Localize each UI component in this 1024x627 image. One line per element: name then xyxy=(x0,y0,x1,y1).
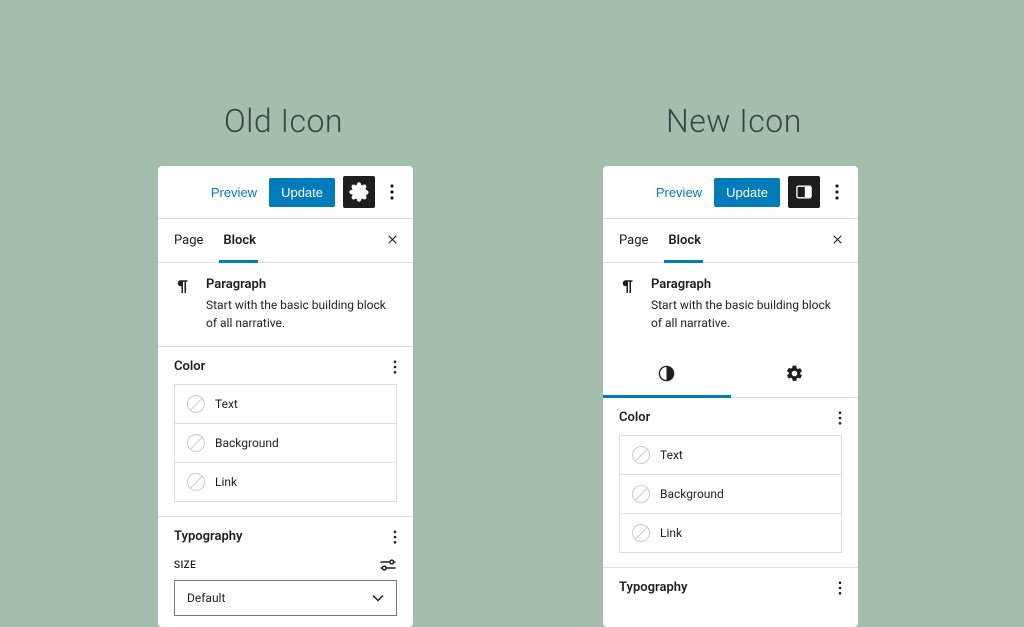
color-item-label: Background xyxy=(215,436,279,450)
heading-old-icon: Old Icon xyxy=(224,102,343,140)
update-button[interactable]: Update xyxy=(269,178,335,207)
typography-section-header: Typography xyxy=(603,568,858,605)
color-section-header: Color xyxy=(603,398,858,435)
more-options-button[interactable] xyxy=(828,176,846,208)
color-item-link[interactable]: Link xyxy=(619,513,842,553)
kebab-icon xyxy=(390,184,394,200)
update-button[interactable]: Update xyxy=(714,178,780,207)
color-item-label: Text xyxy=(215,397,238,411)
color-section-title: Color xyxy=(619,410,650,425)
swatch-empty-icon xyxy=(632,485,650,503)
block-title: Paragraph xyxy=(206,277,397,292)
swatch-empty-icon xyxy=(187,434,205,452)
custom-size-button[interactable] xyxy=(379,558,397,572)
block-info: Paragraph Start with the basic building … xyxy=(158,263,413,347)
tab-block[interactable]: Block xyxy=(223,219,266,262)
color-items: Text Background Link xyxy=(158,384,413,516)
close-sidebar-button[interactable] xyxy=(831,233,844,246)
close-icon xyxy=(386,233,399,246)
heading-new-icon: New Icon xyxy=(666,102,802,140)
paragraph-icon xyxy=(619,277,637,332)
toolbar: Preview Update xyxy=(603,166,858,219)
tab-page[interactable]: Page xyxy=(174,219,213,262)
color-item-background[interactable]: Background xyxy=(619,474,842,514)
sidebar-tabs: Page Block xyxy=(603,219,858,263)
color-options-button[interactable] xyxy=(838,411,842,425)
kebab-icon xyxy=(838,581,842,595)
size-dropdown-value: Default xyxy=(187,591,225,605)
color-item-link[interactable]: Link xyxy=(174,462,397,502)
toolbar: Preview Update xyxy=(158,166,413,219)
color-item-text[interactable]: Text xyxy=(174,384,397,424)
block-description: Start with the basic building block of a… xyxy=(206,296,397,332)
block-description: Start with the basic building block of a… xyxy=(651,296,842,332)
old-settings-panel: Preview Update Page Block Paragraph Star… xyxy=(158,166,413,627)
color-item-text[interactable]: Text xyxy=(619,435,842,475)
size-label: SIZE xyxy=(174,560,196,571)
preview-button[interactable]: Preview xyxy=(652,179,706,206)
size-dropdown[interactable]: Default xyxy=(174,580,397,616)
block-info: Paragraph Start with the basic building … xyxy=(603,263,858,346)
size-subheader: SIZE xyxy=(158,554,413,580)
new-settings-panel: Preview Update Page Block Paragraph Star… xyxy=(603,166,858,627)
swatch-empty-icon xyxy=(632,446,650,464)
color-options-button[interactable] xyxy=(393,360,397,374)
kebab-icon xyxy=(835,184,839,200)
settings-button[interactable] xyxy=(343,176,375,208)
color-section-title: Color xyxy=(174,359,205,374)
kebab-icon xyxy=(838,411,842,425)
gear-icon xyxy=(349,182,369,202)
typography-section-title: Typography xyxy=(619,580,688,595)
color-items: Text Background Link xyxy=(603,435,858,567)
subtab-settings[interactable] xyxy=(731,354,859,397)
typography-section-title: Typography xyxy=(174,529,243,544)
chevron-down-icon xyxy=(372,594,384,602)
close-sidebar-button[interactable] xyxy=(386,233,399,246)
color-item-label: Background xyxy=(660,487,724,501)
color-item-label: Link xyxy=(215,475,237,489)
typography-options-button[interactable] xyxy=(393,530,397,544)
typography-options-button[interactable] xyxy=(838,581,842,595)
block-title: Paragraph xyxy=(651,277,842,292)
color-section-header: Color xyxy=(158,347,413,384)
kebab-icon xyxy=(393,360,397,374)
half-circle-icon xyxy=(657,364,676,383)
more-options-button[interactable] xyxy=(383,176,401,208)
sidebar-panel-icon xyxy=(794,182,814,202)
swatch-empty-icon xyxy=(187,473,205,491)
swatch-empty-icon xyxy=(187,395,205,413)
paragraph-icon xyxy=(174,277,192,332)
kebab-icon xyxy=(393,530,397,544)
color-item-label: Link xyxy=(660,526,682,540)
preview-button[interactable]: Preview xyxy=(207,179,261,206)
tab-block[interactable]: Block xyxy=(668,219,711,262)
color-item-label: Text xyxy=(660,448,683,462)
sliders-icon xyxy=(379,558,397,572)
sidebar-tabs: Page Block xyxy=(158,219,413,263)
typography-section-header: Typography xyxy=(158,517,413,554)
block-subtabs xyxy=(603,346,858,398)
swatch-empty-icon xyxy=(632,524,650,542)
close-icon xyxy=(831,233,844,246)
tab-page[interactable]: Page xyxy=(619,219,658,262)
gear-icon xyxy=(785,364,804,383)
color-item-background[interactable]: Background xyxy=(174,423,397,463)
subtab-styles[interactable] xyxy=(603,354,731,397)
settings-button[interactable] xyxy=(788,176,820,208)
